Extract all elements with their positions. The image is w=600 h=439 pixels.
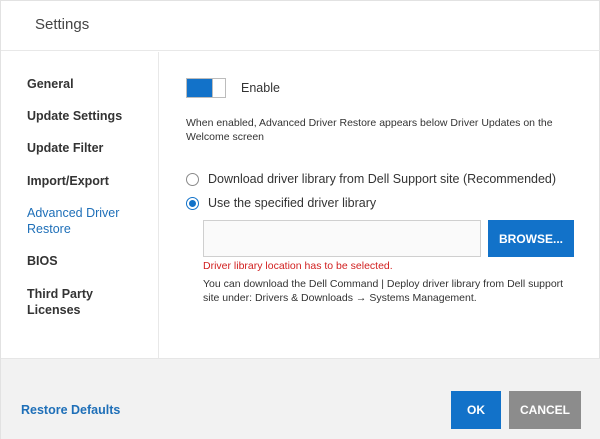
driver-library-path-input[interactable] [203, 220, 481, 257]
sidebar-item-label: Third Party [27, 287, 93, 301]
settings-dialog: Settings General Update Settings Update … [0, 0, 600, 439]
sidebar-item-advanced-driver-restore[interactable]: Advanced Driver Restore [27, 205, 119, 237]
specified-library-option[interactable]: Use the specified driver library [186, 196, 376, 210]
sidebar-item-label: Advanced Driver [27, 206, 120, 220]
option-label: Download driver library from Dell Suppor… [208, 172, 557, 186]
enable-label: Enable [241, 81, 280, 95]
sidebar-item-label: Restore [27, 222, 71, 236]
radio-button-selected[interactable] [186, 196, 199, 210]
sidebar-item-label: Update Settings [27, 109, 123, 123]
sidebar-item-label: Update Filter [27, 141, 104, 155]
download-library-option[interactable]: Download driver library from Dell Suppor… [186, 172, 556, 186]
help-text: You can download the Dell Command | Depl… [203, 278, 564, 304]
radio-button[interactable] [186, 172, 199, 186]
settings-sidebar: General Update Settings Update Filter Im… [1, 52, 159, 358]
option-label: Use the specified driver library [208, 196, 377, 210]
toggle-fill [187, 79, 212, 97]
sidebar-item-import-export[interactable]: Import/Export [27, 173, 109, 189]
restore-defaults-link[interactable]: Restore Defaults [21, 403, 120, 417]
dialog-header: Settings [1, 1, 600, 51]
browse-button[interactable]: BROWSE... [488, 220, 574, 257]
sidebar-item-label: Import/Export [27, 174, 109, 188]
dialog-footer: Restore Defaults OK CANCEL [1, 358, 600, 439]
sidebar-item-label: Licenses [27, 303, 81, 317]
sidebar-item-label: BIOS [27, 254, 58, 268]
sidebar-item-label: General [27, 77, 74, 91]
settings-content: Enable When enabled, Advanced Driver Res… [159, 52, 600, 358]
feature-description: When enabled, Advanced Driver Restore ap… [186, 117, 553, 143]
cancel-button[interactable]: CANCEL [509, 391, 581, 429]
sidebar-item-bios[interactable]: BIOS [27, 253, 58, 269]
enable-toggle[interactable] [186, 78, 226, 98]
sidebar-item-update-filter[interactable]: Update Filter [27, 140, 103, 156]
toggle-knob [212, 79, 225, 97]
sidebar-item-update-settings[interactable]: Update Settings [27, 108, 122, 124]
sidebar-item-third-party-licenses[interactable]: Third Party Licenses [27, 286, 93, 318]
dialog-title: Settings [35, 16, 90, 33]
sidebar-item-general[interactable]: General [27, 76, 74, 92]
validation-error: Driver library location has to be select… [203, 260, 393, 272]
ok-button[interactable]: OK [451, 391, 501, 429]
